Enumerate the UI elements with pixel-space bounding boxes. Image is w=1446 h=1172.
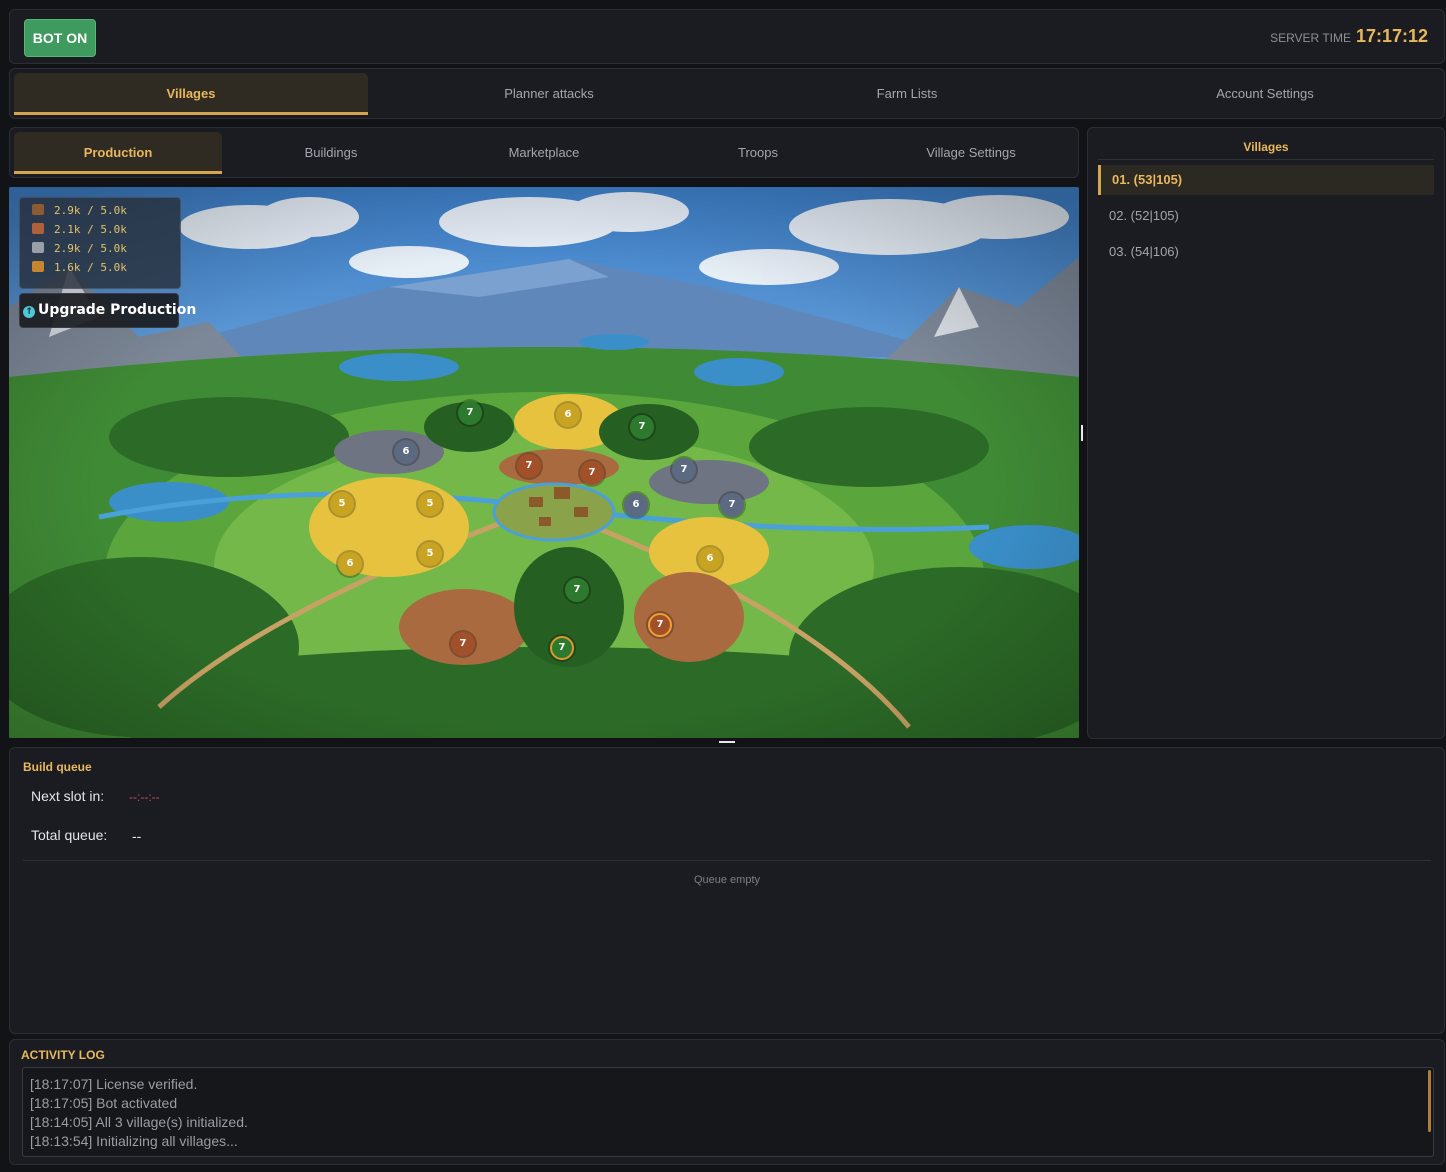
total-queue-label: Total queue: bbox=[31, 827, 108, 843]
field-badge[interactable]: 6 bbox=[338, 552, 362, 576]
resource-row-crop: 1.6k / 5.0k bbox=[32, 259, 127, 277]
build-queue-panel: Build queue Next slot in: --:--:-- Total… bbox=[9, 747, 1445, 1034]
log-scrollbar[interactable] bbox=[1428, 1070, 1431, 1132]
activity-log-box[interactable]: [18:17:07] License verified. [18:17:05] … bbox=[22, 1067, 1434, 1157]
divider bbox=[23, 860, 1431, 861]
tab-marketplace[interactable]: Marketplace bbox=[440, 132, 648, 174]
log-line: [18:13:54] Initializing all villages... bbox=[30, 1133, 238, 1149]
villages-panel: Villages 01. (53|105) 02. (52|105) 03. (… bbox=[1087, 127, 1445, 739]
field-badge[interactable]: 7 bbox=[550, 636, 574, 660]
resource-summary: 2.9k / 5.0k 2.1k / 5.0k 2.9k / 5.0k 1.6k… bbox=[19, 197, 181, 289]
field-badge[interactable]: 5 bbox=[330, 492, 354, 516]
log-line: [18:17:05] Bot activated bbox=[30, 1095, 178, 1111]
divider bbox=[1098, 159, 1434, 160]
field-badge[interactable]: 7 bbox=[580, 461, 604, 485]
field-badge[interactable]: 7 bbox=[672, 458, 696, 482]
build-queue-title: Build queue bbox=[23, 760, 92, 774]
villages-panel-title: Villages bbox=[1243, 140, 1289, 154]
tab-buildings[interactable]: Buildings bbox=[227, 132, 435, 174]
vertical-resize-handle[interactable] bbox=[1081, 425, 1083, 441]
field-badge[interactable]: 7 bbox=[648, 613, 672, 637]
wood-log-icon bbox=[32, 204, 44, 215]
field-badge[interactable]: 7 bbox=[458, 401, 482, 425]
village-item-03[interactable]: 03. (54|106) bbox=[1098, 237, 1434, 267]
top-bar: BOT ON SERVER TIME 17:17:12 bbox=[9, 9, 1445, 64]
field-badge[interactable]: 7 bbox=[720, 493, 744, 517]
field-badge[interactable]: 6 bbox=[698, 547, 722, 571]
village-item-02[interactable]: 02. (52|105) bbox=[1098, 201, 1434, 231]
field-badge[interactable]: 6 bbox=[394, 440, 418, 464]
iron-ore-icon bbox=[32, 242, 44, 253]
main-tabs: Villages Planner attacks Farm Lists Acco… bbox=[9, 68, 1445, 119]
tab-village-settings[interactable]: Village Settings bbox=[867, 132, 1075, 174]
server-time: 17:17:12 bbox=[1355, 26, 1428, 46]
field-badge[interactable]: 6 bbox=[624, 493, 648, 517]
log-line: [18:17:07] License verified. bbox=[30, 1076, 198, 1092]
wheat-icon bbox=[32, 261, 44, 272]
field-badge[interactable]: 7 bbox=[451, 632, 475, 656]
horizontal-resize-handle[interactable] bbox=[719, 741, 735, 743]
field-badge[interactable]: 5 bbox=[418, 492, 442, 516]
log-line: [18:14:05] All 3 village(s) initialized. bbox=[30, 1114, 248, 1130]
tab-farm-lists[interactable]: Farm Lists bbox=[730, 73, 1084, 115]
upgrade-production-button[interactable]: ↑ Upgrade Production bbox=[19, 293, 196, 328]
bot-toggle-button[interactable]: BOT ON bbox=[24, 19, 96, 57]
resource-row-lumber: 2.9k / 5.0k bbox=[32, 202, 127, 220]
resource-row-iron: 2.9k / 5.0k bbox=[32, 240, 127, 258]
server-time-label: SERVER TIME bbox=[1270, 31, 1351, 45]
field-badge[interactable]: 5 bbox=[418, 542, 442, 566]
next-slot-countdown: --:--:-- bbox=[129, 790, 160, 804]
resource-fields-map[interactable]: 2.9k / 5.0k 2.1k / 5.0k 2.9k / 5.0k 1.6k… bbox=[9, 187, 1079, 738]
field-badge[interactable]: 7 bbox=[517, 454, 541, 478]
activity-log-panel: ACTIVITY LOG [18:17:07] License verified… bbox=[9, 1039, 1445, 1165]
village-sub-tabs: Production Buildings Marketplace Troops … bbox=[9, 127, 1079, 178]
tab-troops[interactable]: Troops bbox=[654, 132, 862, 174]
tab-planner-attacks[interactable]: Planner attacks bbox=[372, 73, 726, 115]
village-item-01[interactable]: 01. (53|105) bbox=[1098, 165, 1434, 195]
tab-production[interactable]: Production bbox=[14, 132, 222, 174]
tab-account-settings[interactable]: Account Settings bbox=[1088, 73, 1442, 115]
total-queue-value: -- bbox=[132, 828, 142, 844]
clay-brick-icon bbox=[32, 223, 44, 234]
field-badge[interactable]: 7 bbox=[630, 415, 654, 439]
activity-log-title: ACTIVITY LOG bbox=[21, 1048, 105, 1062]
tab-villages[interactable]: Villages bbox=[14, 73, 368, 115]
field-badge[interactable]: 7 bbox=[565, 578, 589, 602]
upgrade-arrow-icon: ↑ bbox=[23, 306, 35, 318]
next-slot-label: Next slot in: bbox=[31, 788, 105, 804]
resource-row-clay: 2.1k / 5.0k bbox=[32, 221, 127, 239]
queue-empty-message: Queue empty bbox=[693, 874, 761, 886]
field-badge[interactable]: 6 bbox=[556, 403, 580, 427]
